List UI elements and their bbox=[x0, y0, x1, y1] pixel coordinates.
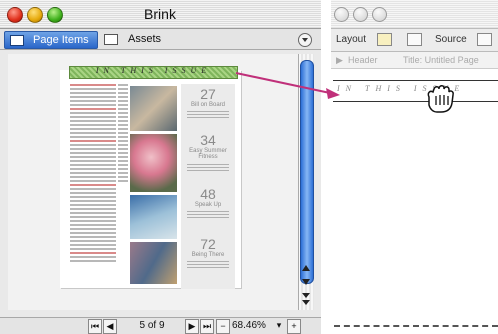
text-column-left bbox=[70, 84, 116, 284]
text-column-narrow bbox=[118, 84, 128, 284]
banner-text: IN THIS ISSUE bbox=[95, 66, 212, 75]
page-indicator: 5 of 9 bbox=[139, 320, 165, 331]
scroll-up-icon[interactable] bbox=[302, 265, 310, 271]
item-title: Easy Summer Fitness bbox=[189, 148, 227, 160]
play-icon[interactable]: ▶ bbox=[336, 55, 343, 66]
item-title: Bill on Board bbox=[190, 102, 226, 108]
item-number: 27 bbox=[200, 86, 216, 102]
right-subbar: ▶ Header Title: Untitled Page bbox=[331, 52, 498, 69]
source-label[interactable]: Source bbox=[435, 34, 467, 45]
zoom-level[interactable]: 68.46% bbox=[232, 320, 266, 331]
options-dropdown-icon[interactable] bbox=[298, 33, 312, 47]
next-page-icon[interactable]: ▶ bbox=[185, 319, 199, 334]
tab-assets[interactable]: Assets bbox=[100, 31, 164, 47]
page-down-icon[interactable] bbox=[302, 293, 310, 298]
contents-column: 27 Bill on Board 34 Easy Summer Fitness … bbox=[181, 84, 235, 289]
zoom-button-inactive[interactable] bbox=[372, 7, 387, 22]
zoom-out-icon[interactable]: − bbox=[216, 319, 230, 334]
zoom-dropdown-icon[interactable]: ▾ bbox=[274, 319, 284, 332]
item-number: 48 bbox=[200, 186, 216, 202]
photo-2[interactable] bbox=[130, 134, 177, 192]
window-title: Brink bbox=[144, 6, 176, 22]
item-number: 72 bbox=[200, 236, 216, 252]
zoom-in-icon[interactable]: + bbox=[287, 319, 301, 334]
photo-3[interactable] bbox=[130, 195, 177, 239]
right-window-titlebar[interactable] bbox=[331, 0, 498, 29]
minimize-button-inactive[interactable] bbox=[353, 7, 368, 22]
page-items-icon bbox=[10, 35, 24, 46]
tab-bar: Page Items Assets bbox=[0, 29, 321, 50]
header-label: Header bbox=[348, 55, 378, 65]
tab-page-items-label: Page Items bbox=[33, 34, 89, 46]
grab-hand-icon bbox=[427, 85, 454, 113]
photo-1[interactable] bbox=[130, 86, 177, 131]
status-bar: ⏮ ◀ 5 of 9 ▶ ⏭ − 68.46% ▾ + bbox=[0, 317, 321, 334]
source-mode-icon[interactable] bbox=[477, 33, 492, 46]
dashed-boundary bbox=[334, 325, 498, 327]
right-toolbar: Layout Source bbox=[331, 29, 498, 52]
vertical-scrollbar[interactable] bbox=[298, 54, 314, 310]
brink-window: Brink Page Items Assets IN THIS ISSUE 27… bbox=[0, 0, 321, 334]
html-window: Layout Source ▶ Header Title: Untitled P… bbox=[331, 0, 498, 333]
layout-label[interactable]: Layout bbox=[336, 34, 366, 45]
item-number: 34 bbox=[200, 132, 216, 148]
drop-target-bar[interactable]: IN THIS ISSUE bbox=[333, 80, 498, 102]
page-banner[interactable]: IN THIS ISSUE bbox=[69, 66, 238, 79]
minimize-button[interactable] bbox=[27, 7, 43, 23]
close-button[interactable] bbox=[7, 7, 23, 23]
first-page-icon[interactable]: ⏮ bbox=[88, 319, 102, 334]
scroll-thumb[interactable] bbox=[300, 60, 314, 284]
split-mode-icon[interactable] bbox=[407, 33, 422, 46]
assets-icon bbox=[104, 34, 118, 45]
photo-4[interactable] bbox=[130, 242, 177, 284]
prev-page-icon[interactable]: ◀ bbox=[103, 319, 117, 334]
close-button-inactive[interactable] bbox=[334, 7, 349, 22]
page-title-label: Title: Untitled Page bbox=[403, 55, 479, 65]
window-titlebar[interactable]: Brink bbox=[0, 0, 321, 29]
layout-mode-icon[interactable] bbox=[377, 33, 392, 46]
zoom-button[interactable] bbox=[47, 7, 63, 23]
item-title: Speak Up bbox=[194, 202, 222, 208]
tab-assets-label: Assets bbox=[128, 33, 162, 45]
tab-page-items[interactable]: Page Items bbox=[4, 31, 98, 49]
last-page-icon[interactable]: ⏭ bbox=[200, 319, 214, 334]
page-down-icon-2[interactable] bbox=[302, 300, 310, 305]
item-title: Being There bbox=[191, 252, 225, 258]
scroll-down-icon[interactable] bbox=[302, 279, 310, 285]
